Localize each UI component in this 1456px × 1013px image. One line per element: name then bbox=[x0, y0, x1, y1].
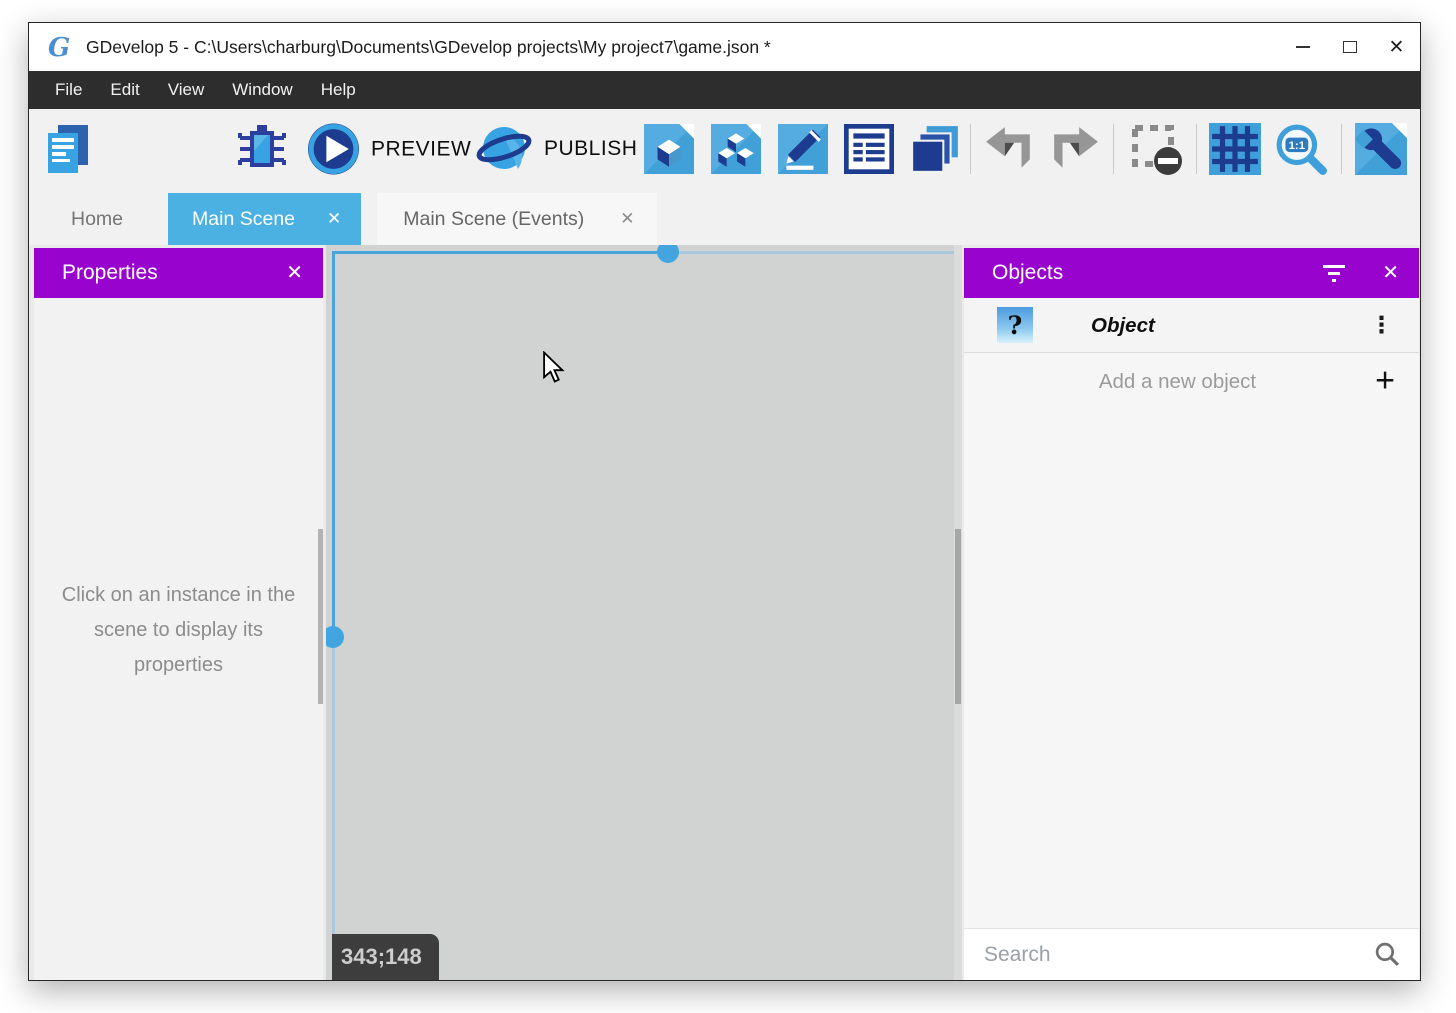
properties-panel-title: Properties bbox=[62, 261, 158, 285]
add-object-row[interactable]: Add a new object + bbox=[964, 353, 1419, 410]
tab-main-scene[interactable]: Main Scene ✕ bbox=[168, 193, 361, 245]
debug-bug-icon bbox=[235, 123, 289, 175]
scene-editor-button[interactable] bbox=[644, 124, 694, 174]
object-search-input[interactable] bbox=[982, 942, 1374, 968]
project-manager-icon bbox=[41, 123, 95, 175]
grid-button[interactable] bbox=[1209, 123, 1261, 175]
properties-panel: Properties ✕ Click on an instance in the… bbox=[34, 248, 323, 980]
redo-icon bbox=[1050, 126, 1100, 172]
tab-home[interactable]: Home bbox=[41, 193, 153, 245]
svg-text:1:1: 1:1 bbox=[1289, 140, 1306, 152]
preview-play-icon bbox=[307, 123, 360, 176]
toolbar: PREVIEW PUBLISH bbox=[29, 109, 1420, 189]
objects-panel-header: Objects ✕ bbox=[964, 248, 1419, 298]
object-name: Object bbox=[1091, 298, 1155, 353]
scene-border-top bbox=[668, 251, 954, 254]
grid-icon bbox=[1209, 123, 1261, 175]
add-object-label: Add a new object bbox=[994, 353, 1361, 410]
maximize-icon bbox=[1343, 41, 1357, 53]
wrench-icon bbox=[1355, 123, 1407, 175]
properties-scrollbar[interactable] bbox=[318, 529, 323, 704]
toolbar-separator bbox=[970, 124, 971, 174]
deselect-icon bbox=[1127, 121, 1185, 177]
scene-canvas[interactable]: 343;148 bbox=[326, 245, 962, 980]
menu-file[interactable]: File bbox=[42, 71, 96, 109]
filter-icon[interactable] bbox=[1322, 264, 1346, 282]
undo-icon bbox=[984, 126, 1034, 172]
svg-text:G: G bbox=[48, 33, 70, 61]
external-layout-cubes-icon bbox=[711, 124, 761, 174]
toolbar-separator bbox=[1196, 124, 1197, 174]
object-thumbnail-icon: ? bbox=[997, 307, 1033, 343]
minimize-button[interactable] bbox=[1279, 23, 1326, 71]
editor-content: Properties ✕ Click on an instance in the… bbox=[29, 245, 1420, 980]
preview-label: PREVIEW bbox=[371, 137, 471, 161]
events-list-icon bbox=[844, 124, 894, 174]
object-search-bar bbox=[964, 928, 1419, 980]
toolbar-separator bbox=[1341, 124, 1342, 174]
scene-border-top bbox=[332, 251, 668, 254]
deselect-button[interactable] bbox=[1127, 121, 1185, 177]
properties-panel-header: Properties ✕ bbox=[34, 248, 323, 298]
scene-scrollbar-thumb[interactable] bbox=[955, 529, 961, 704]
tab-bar: Home Main Scene ✕ Main Scene (Events) ✕ bbox=[29, 189, 1420, 245]
maximize-button[interactable] bbox=[1326, 23, 1373, 71]
tab-main-scene-label: Main Scene bbox=[192, 208, 295, 231]
scene-resize-handle-top[interactable] bbox=[657, 245, 679, 263]
zoom-1-1-icon: 1:1 bbox=[1274, 122, 1328, 176]
tab-main-scene-events[interactable]: Main Scene (Events) ✕ bbox=[377, 193, 656, 245]
title-bar: G GDevelop 5 - C:\Users\charburg\Documen… bbox=[29, 23, 1420, 71]
search-icon[interactable] bbox=[1374, 941, 1401, 968]
publish-globe-icon bbox=[475, 121, 533, 177]
layers-button[interactable] bbox=[909, 123, 961, 175]
mouse-cursor-icon bbox=[542, 351, 566, 383]
scene-resize-handle-left[interactable] bbox=[326, 626, 344, 648]
menu-bar: File Edit View Window Help bbox=[29, 71, 1420, 109]
tab-main-scene-events-label: Main Scene (Events) bbox=[403, 208, 584, 231]
edit-pencil-icon bbox=[778, 124, 828, 174]
publish-label: PUBLISH bbox=[544, 137, 637, 161]
close-tab-icon[interactable]: ✕ bbox=[620, 209, 634, 229]
menu-edit[interactable]: Edit bbox=[96, 71, 153, 109]
events-sheet-button[interactable] bbox=[844, 124, 894, 174]
minimize-icon bbox=[1296, 46, 1310, 48]
scene-properties-button[interactable] bbox=[778, 124, 828, 174]
layers-icon bbox=[909, 123, 961, 175]
gdevelop-logo-icon: G bbox=[45, 33, 73, 61]
close-window-button[interactable]: ✕ bbox=[1373, 23, 1420, 71]
properties-empty-message: Click on an instance in the scene to dis… bbox=[48, 578, 309, 683]
objects-panel-title: Objects bbox=[992, 261, 1063, 285]
cursor-coordinates-badge: 343;148 bbox=[332, 934, 439, 980]
scene-border-left bbox=[332, 637, 335, 980]
close-tab-icon[interactable]: ✕ bbox=[327, 209, 341, 229]
tab-home-label: Home bbox=[71, 208, 123, 231]
external-layout-button[interactable] bbox=[711, 124, 761, 174]
project-manager-button[interactable] bbox=[41, 123, 95, 175]
objects-panel: Objects ✕ ? Object ⋮ Add a new object + bbox=[964, 248, 1419, 980]
window-controls: ✕ bbox=[1279, 23, 1420, 71]
scene-border-left bbox=[332, 251, 335, 637]
add-object-icon[interactable]: + bbox=[1375, 361, 1395, 400]
menu-help[interactable]: Help bbox=[307, 71, 370, 109]
close-panel-icon[interactable]: ✕ bbox=[286, 263, 303, 283]
preview-button[interactable]: PREVIEW bbox=[307, 123, 471, 176]
close-panel-icon[interactable]: ✕ bbox=[1382, 263, 1399, 283]
undo-button[interactable] bbox=[984, 126, 1034, 172]
object-list-item[interactable]: ? Object ⋮ bbox=[964, 298, 1419, 353]
toolbar-separator bbox=[1113, 124, 1114, 174]
publish-button[interactable]: PUBLISH bbox=[475, 121, 637, 177]
gdevelop-window: G GDevelop 5 - C:\Users\charburg\Documen… bbox=[28, 22, 1421, 981]
redo-button[interactable] bbox=[1050, 126, 1100, 172]
debug-button[interactable] bbox=[235, 123, 289, 175]
window-title: GDevelop 5 - C:\Users\charburg\Documents… bbox=[86, 37, 771, 58]
zoom-reset-button[interactable]: 1:1 bbox=[1274, 122, 1328, 176]
menu-view[interactable]: View bbox=[154, 71, 219, 109]
menu-window[interactable]: Window bbox=[218, 71, 306, 109]
close-icon: ✕ bbox=[1389, 38, 1405, 57]
scene-cube-icon bbox=[644, 124, 694, 174]
editor-options-button[interactable] bbox=[1355, 123, 1407, 175]
object-overflow-menu-icon[interactable]: ⋮ bbox=[1370, 312, 1393, 339]
